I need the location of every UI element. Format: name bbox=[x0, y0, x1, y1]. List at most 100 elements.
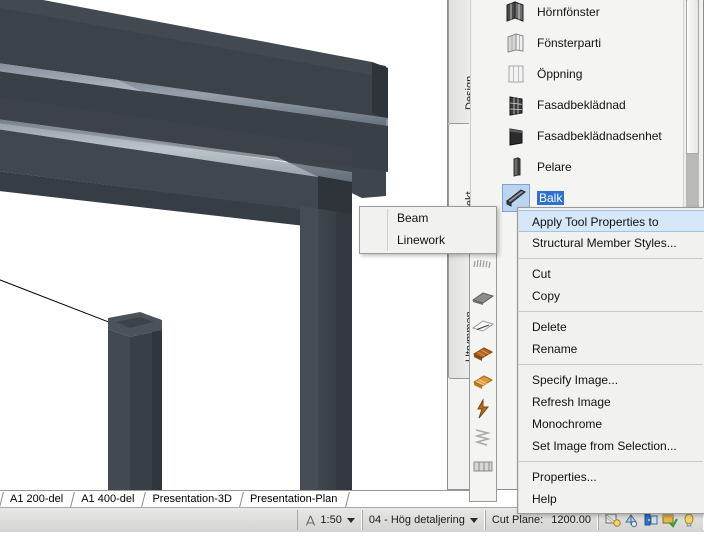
cut-plane-value: 1200.00 bbox=[551, 514, 591, 526]
tool-label: Balk bbox=[537, 190, 565, 205]
application-window: A1 200-del A1 400-del Presentation-3D Pr… bbox=[0, 0, 704, 537]
menu-separator bbox=[519, 311, 703, 312]
tool-label: Öppning bbox=[537, 66, 583, 81]
tool-icon-slot bbox=[503, 154, 529, 180]
layout-tabs-bar[interactable]: A1 200-del A1 400-del Presentation-3D Pr… bbox=[0, 490, 470, 508]
opening-icon bbox=[508, 65, 524, 82]
curtain-wall-icon bbox=[509, 95, 523, 116]
menu-item-properties[interactable]: Properties... bbox=[518, 466, 704, 488]
tool-label: Fasadbeklädnad bbox=[537, 97, 626, 112]
surface-hatch-icon[interactable] bbox=[624, 512, 640, 528]
menu-item-apply-tool-properties-to[interactable]: Apply Tool Properties to bbox=[518, 210, 704, 232]
submenu-gutter bbox=[387, 209, 388, 251]
constrain-icon[interactable] bbox=[643, 512, 659, 528]
chevron-down-icon[interactable] bbox=[469, 517, 478, 523]
layout-tab-label: Presentation-3D bbox=[152, 493, 232, 505]
menu-item-label: Cut bbox=[532, 267, 551, 281]
tool-icon-slot bbox=[503, 123, 529, 149]
menu-item-copy[interactable]: Copy bbox=[518, 285, 704, 307]
submenu-item-beam[interactable]: Beam bbox=[360, 207, 496, 229]
rain-icon[interactable] bbox=[471, 257, 495, 281]
display-configuration-value: 04 - Hög detaljering bbox=[368, 514, 465, 526]
menu-item-label: Rename bbox=[532, 342, 578, 356]
tool-label: Fönsterparti bbox=[537, 35, 602, 50]
tool-context-menu[interactable]: Apply Tool Properties to Structural Memb… bbox=[517, 207, 704, 514]
tool-item-hornfonster[interactable]: Hörnfönster bbox=[494, 0, 684, 27]
menu-separator bbox=[519, 258, 703, 259]
menu-item-refresh-image[interactable]: Refresh Image bbox=[518, 391, 704, 413]
menu-separator bbox=[519, 461, 703, 462]
menu-item-specify-image[interactable]: Specify Image... bbox=[518, 369, 704, 391]
submenu-item-label: Linework bbox=[397, 233, 446, 247]
railing-icon[interactable] bbox=[471, 453, 495, 477]
slab-gray-icon[interactable] bbox=[471, 285, 495, 309]
tool-icon-slot bbox=[503, 61, 529, 87]
tool-item-fasadbekladnadsenhet[interactable]: Fasadbeklädnadsenhet bbox=[494, 120, 684, 151]
apply-tool-properties-submenu[interactable]: Beam Linework bbox=[359, 206, 497, 254]
layout-tabs-tail bbox=[345, 491, 357, 508]
tool-item-pelare[interactable]: Pelare bbox=[494, 151, 684, 182]
menu-item-help[interactable]: Help bbox=[518, 488, 704, 510]
curtain-wall-unit-icon bbox=[509, 127, 523, 146]
bolt-icon[interactable] bbox=[471, 397, 495, 421]
layout-tab-label: A1 400-del bbox=[81, 493, 135, 505]
tool-item-fasadbekladnad[interactable]: Fasadbeklädnad bbox=[494, 89, 684, 120]
menu-separator bbox=[519, 364, 703, 365]
menu-item-set-image-from-selection[interactable]: Set Image from Selection... bbox=[518, 435, 704, 457]
slab-white-icon[interactable] bbox=[471, 313, 495, 337]
menu-item-label: Apply Tool Properties to bbox=[532, 215, 659, 229]
submenu-item-linework[interactable]: Linework bbox=[360, 229, 496, 251]
tool-icon-slot bbox=[503, 30, 529, 56]
tool-label: Pelare bbox=[537, 159, 572, 174]
zigzag-icon[interactable] bbox=[471, 425, 495, 449]
menu-item-label: Properties... bbox=[532, 470, 597, 484]
annotation-scale-control[interactable]: 1:50 bbox=[297, 510, 362, 530]
scale-icon bbox=[306, 514, 316, 526]
chevron-down-icon[interactable] bbox=[346, 517, 355, 523]
menu-item-label: Specify Image... bbox=[532, 373, 619, 387]
menu-item-rename[interactable]: Rename bbox=[518, 338, 704, 360]
menu-item-label: Set Image from Selection... bbox=[532, 439, 677, 453]
status-bar-spacer bbox=[0, 508, 297, 532]
tool-label: Hörnfönster bbox=[537, 5, 600, 19]
menu-item-label: Structural Member Styles... bbox=[532, 236, 677, 250]
layout-tab-2[interactable]: Presentation-3D bbox=[142, 491, 240, 508]
menu-item-label: Copy bbox=[532, 289, 561, 303]
column-icon bbox=[513, 156, 521, 177]
menu-gutter bbox=[518, 208, 519, 513]
tool-icon-slot bbox=[503, 92, 529, 118]
layout-tab-1[interactable]: A1 400-del bbox=[71, 491, 143, 508]
menu-item-label: Delete bbox=[532, 320, 567, 334]
palette-icon-strip[interactable] bbox=[469, 252, 497, 502]
scrollbar-thumb[interactable] bbox=[686, 0, 699, 154]
isolate-objects-icon[interactable] bbox=[605, 512, 621, 528]
tool-item-oppning[interactable]: Öppning bbox=[494, 58, 684, 89]
menu-item-label: Refresh Image bbox=[532, 395, 611, 409]
corner-window-icon bbox=[506, 1, 524, 22]
palette-tab-utrymmen[interactable]: Utrymmen bbox=[448, 251, 476, 379]
display-configuration-control[interactable]: 04 - Hög detaljering bbox=[361, 510, 485, 530]
menu-item-label: Monochrome bbox=[532, 417, 603, 431]
layout-tab-label: Presentation-Plan bbox=[249, 493, 338, 505]
menu-item-structural-member-styles[interactable]: Structural Member Styles... bbox=[518, 232, 704, 254]
layer-state-icon[interactable] bbox=[662, 512, 678, 528]
layout-tab-0[interactable]: A1 200-del bbox=[0, 491, 72, 508]
tool-item-fonsterparti[interactable]: Fönsterparti bbox=[494, 27, 684, 58]
beam-icon bbox=[506, 188, 526, 207]
menu-item-delete[interactable]: Delete bbox=[518, 316, 704, 338]
lightbulb-icon[interactable] bbox=[681, 512, 697, 528]
wood-panel-icon[interactable] bbox=[471, 369, 495, 393]
menu-item-monochrome[interactable]: Monochrome bbox=[518, 413, 704, 435]
annotation-scale-value: 1:50 bbox=[320, 514, 342, 526]
window-assembly-icon bbox=[507, 32, 524, 53]
menu-item-cut[interactable]: Cut bbox=[518, 263, 704, 285]
palette-tab-design[interactable]: Design bbox=[448, 0, 476, 125]
tool-icon-slot bbox=[503, 0, 529, 25]
layout-tab-3[interactable]: Presentation-Plan bbox=[239, 491, 346, 508]
submenu-item-label: Beam bbox=[397, 211, 429, 225]
tool-label: Fasadbeklädnadsenhet bbox=[537, 128, 662, 143]
cut-plane-label: Cut Plane: bbox=[491, 514, 544, 526]
layout-tab-label: A1 200-del bbox=[10, 493, 64, 505]
brick-icon[interactable] bbox=[471, 341, 495, 365]
menu-item-label: Help bbox=[532, 492, 557, 506]
